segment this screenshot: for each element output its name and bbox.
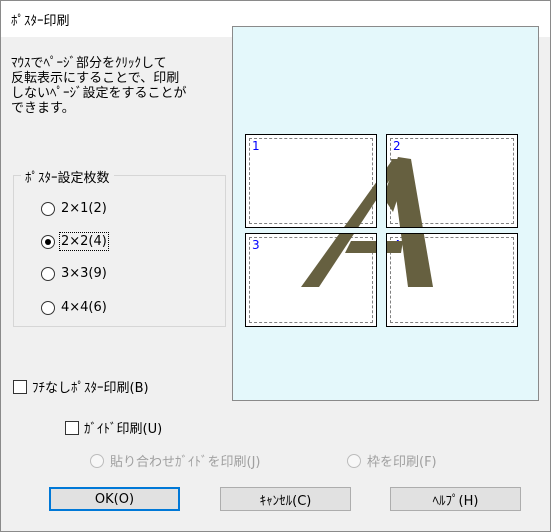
print-joining-guide-option[interactable]: 貼り合わせｶﾞｲﾄﾞを印刷(J) <box>90 451 260 470</box>
borderless-poster-option[interactable]: ﾌﾁなしﾎﾟｽﾀｰ印刷(B) <box>13 377 149 396</box>
radio-3x3-label[interactable]: 3×3(9) <box>61 266 107 281</box>
radio-2x1-button[interactable] <box>41 201 55 216</box>
radio-2x1-label[interactable]: 2×1(2) <box>61 201 107 216</box>
page-margin-outline <box>249 138 373 224</box>
radio-4x4-label[interactable]: 4×4(6) <box>61 300 107 315</box>
help-button-label: ﾍﾙﾌﾟ(H) <box>432 493 479 509</box>
preview-page-1[interactable]: 1 <box>245 134 377 228</box>
poster-print-dialog: ﾎﾟｽﾀｰ印刷 ﾏｳｽでﾍﾟｰｼﾞ部分をｸﾘｯｸして 反転表示にすることで、印刷… <box>0 0 551 532</box>
guide-print-option[interactable]: ｶﾞｲﾄﾞ印刷(U) <box>65 418 162 437</box>
page-margin-outline <box>390 237 514 323</box>
radio-2x1[interactable]: 2×1(2) <box>41 201 107 216</box>
borderless-poster-label[interactable]: ﾌﾁなしﾎﾟｽﾀｰ印刷(B) <box>32 377 149 396</box>
preview-page-3[interactable]: 3 <box>245 233 377 327</box>
page-margin-outline <box>390 138 514 224</box>
dialog-title: ﾎﾟｽﾀｰ印刷 <box>11 14 70 29</box>
instruction-text: ﾏｳｽでﾍﾟｰｼﾞ部分をｸﾘｯｸして 反転表示にすることで、印刷 しないﾍﾟｰｼ… <box>11 56 187 116</box>
help-button[interactable]: ﾍﾙﾌﾟ(H) <box>390 487 521 511</box>
radio-4x4[interactable]: 4×4(6) <box>41 300 107 315</box>
print-joining-guide-label[interactable]: 貼り合わせｶﾞｲﾄﾞを印刷(J) <box>110 451 260 470</box>
preview-page-2[interactable]: 2 <box>386 134 518 228</box>
radio-2x2-button[interactable] <box>41 234 55 249</box>
cancel-button-label: ｷｬﾝｾﾙ(C) <box>259 493 312 509</box>
radio-3x3[interactable]: 3×3(9) <box>41 266 107 281</box>
page-number: 4 <box>393 238 401 252</box>
preview-page-4[interactable]: 4 <box>386 233 518 327</box>
ok-button-label: OK(O) <box>94 491 135 507</box>
print-frame-label[interactable]: 枠を印刷(F) <box>367 451 437 470</box>
page-number: 1 <box>252 139 260 153</box>
page-margin-outline <box>249 237 373 323</box>
radio-2x2[interactable]: 2×2(4) <box>41 232 109 251</box>
ok-button[interactable]: OK(O) <box>49 487 180 511</box>
print-frame-option[interactable]: 枠を印刷(F) <box>347 451 437 470</box>
page-number: 3 <box>252 238 260 252</box>
poster-count-group-title: ﾎﾟｽﾀｰ設定枚数 <box>21 167 114 186</box>
guide-print-label[interactable]: ｶﾞｲﾄﾞ印刷(U) <box>84 418 162 437</box>
cancel-button[interactable]: ｷｬﾝｾﾙ(C) <box>220 487 351 511</box>
borderless-poster-checkbox[interactable] <box>13 379 27 394</box>
print-joining-guide-radio[interactable] <box>90 453 104 468</box>
radio-2x2-label[interactable]: 2×2(4) <box>59 232 109 251</box>
print-frame-radio[interactable] <box>347 453 361 468</box>
guide-print-checkbox[interactable] <box>65 420 79 435</box>
radio-3x3-button[interactable] <box>41 266 55 281</box>
poster-preview[interactable]: 1 2 3 4 <box>232 26 539 401</box>
radio-4x4-button[interactable] <box>41 300 55 315</box>
page-number: 2 <box>393 139 401 153</box>
